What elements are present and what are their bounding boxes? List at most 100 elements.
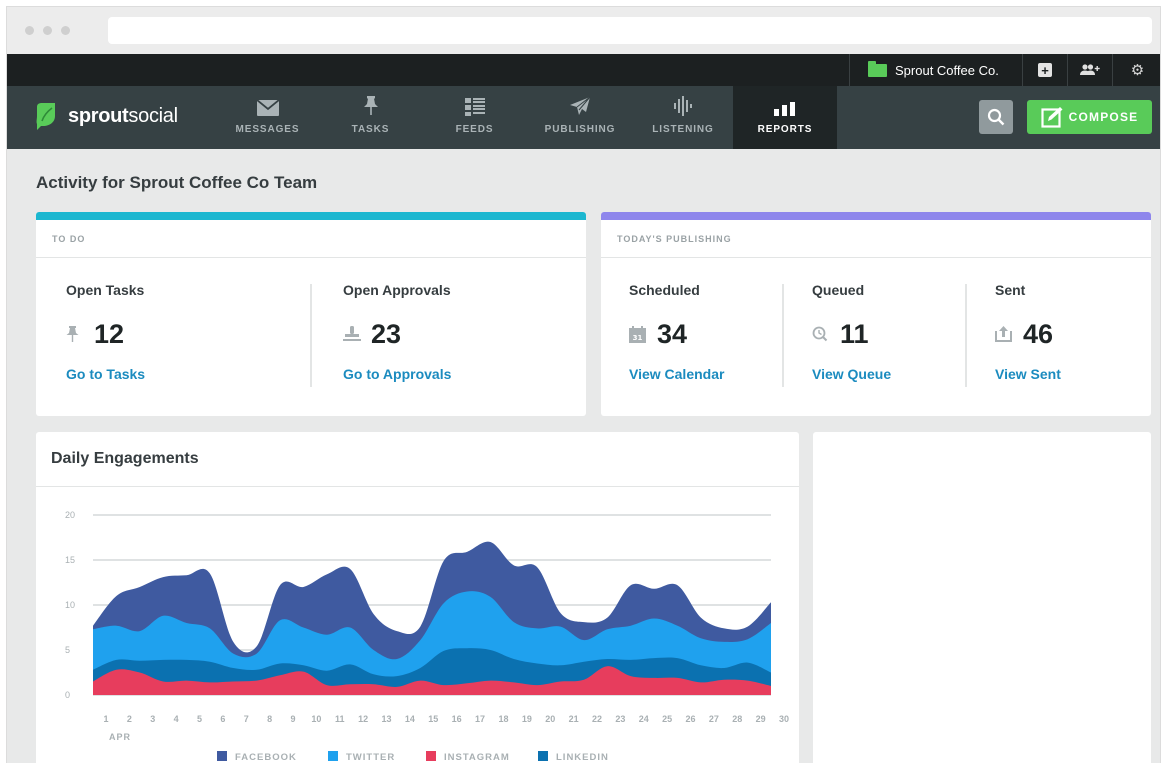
x-tick-label: 10: [311, 714, 321, 724]
legend-label-instagram[interactable]: INSTAGRAM: [444, 752, 510, 763]
x-tick-label: 18: [498, 714, 508, 724]
todo-header: TO DO: [36, 220, 586, 258]
nav-item-tasks[interactable]: TASKS: [335, 86, 406, 149]
browser-window: Sprout Coffee Co. + ⚙ sproutsocial MESSA…: [6, 6, 1161, 763]
search-icon: [987, 108, 1005, 126]
view-calendar-link[interactable]: View Calendar: [629, 366, 724, 382]
account-name: Sprout Coffee Co.: [895, 62, 999, 78]
x-tick-label: 19: [522, 714, 532, 724]
x-tick-label: 12: [358, 714, 368, 724]
publishing-header: TODAY'S PUBLISHING: [601, 220, 1151, 258]
legend-label-twitter[interactable]: TWITTER: [346, 752, 395, 763]
x-tick-label: 30: [779, 714, 789, 724]
divider: [782, 284, 784, 387]
nav-item-listening[interactable]: LISTENING: [643, 86, 723, 149]
x-tick-label: 16: [452, 714, 462, 724]
view-sent-link[interactable]: View Sent: [995, 366, 1061, 382]
sent-icon: [995, 326, 1013, 342]
x-tick-label: 15: [428, 714, 438, 724]
x-tick-label: 26: [685, 714, 695, 724]
x-tick-label: 25: [662, 714, 672, 724]
envelope-icon: [256, 100, 279, 116]
calendar-icon: 31: [629, 325, 647, 343]
engagements-chart: 051015201 2 3 4 5 6 7 8 9 10 11 12 13 14 15 16 17 18 19 20 2…: [65, 510, 789, 763]
empty-side-panel: [813, 432, 1151, 763]
x-tick-label: 8: [267, 714, 272, 724]
x-tick-label: 29: [756, 714, 766, 724]
queued-count: 11: [840, 318, 869, 349]
calendar-day: 31: [633, 334, 643, 342]
browser-chrome: [7, 7, 1160, 54]
open-tasks-stat: Open Tasks 12 Go to Tasks: [66, 282, 146, 382]
add-user-icon: [1080, 64, 1100, 75]
daily-engagements-card: Daily Engagements 0 5 10 15 20 1 2 3 4 5 6 7 8 9 10 11 1…: [36, 432, 799, 763]
x-tick-label: 27: [709, 714, 719, 724]
gear-icon: ⚙: [1130, 62, 1145, 79]
y-tick-label: 0: [65, 690, 70, 700]
legend-swatch-instagram: [426, 751, 436, 761]
divider: [965, 284, 967, 387]
nav-item-feeds[interactable]: FEEDS: [442, 86, 507, 149]
add-user-button[interactable]: [1067, 54, 1112, 86]
x-tick-label: 23: [615, 714, 625, 724]
x-tick-label: 4: [174, 714, 179, 724]
legend-label-facebook[interactable]: FACEBOOK: [235, 752, 297, 763]
scheduled-count: 34: [657, 318, 688, 349]
legend-label-linkedin[interactable]: LINKEDIN: [556, 752, 609, 763]
x-tick-label: 24: [639, 714, 649, 724]
nav-item-messages[interactable]: MESSAGES: [228, 86, 307, 149]
leaf-logo-icon: [36, 103, 55, 130]
todo-accent-bar: [36, 212, 586, 220]
search-button[interactable]: [979, 100, 1013, 134]
account-bar: Sprout Coffee Co. + ⚙: [7, 54, 1160, 86]
view-queue-link[interactable]: View Queue: [812, 366, 891, 382]
x-tick-label: 9: [291, 714, 296, 724]
x-tick-label: 5: [197, 714, 202, 724]
go-to-tasks-link[interactable]: Go to Tasks: [66, 366, 145, 382]
scheduled-stat: Scheduled 31 34 View Calendar: [629, 282, 725, 382]
window-controls[interactable]: [25, 26, 70, 35]
settings-button[interactable]: ⚙: [1112, 54, 1160, 86]
x-tick-label: 1: [103, 714, 108, 724]
main-nav: sproutsocial MESSAGES TASKS FEEDS PUBLIS…: [7, 86, 1160, 149]
soundwave-icon: [674, 96, 692, 116]
engagements-title: Daily Engagements: [51, 450, 199, 467]
x-tick-label: 7: [244, 714, 249, 724]
legend-swatch-facebook: [217, 751, 227, 761]
sproutsocial-logo[interactable]: sproutsocial: [34, 102, 178, 130]
page-title: Activity for Sprout Coffee Co Team: [36, 173, 318, 192]
x-tick-label: 6: [220, 714, 225, 724]
divider: [310, 284, 312, 387]
go-to-approvals-link[interactable]: Go to Approvals: [343, 366, 451, 382]
compose-button[interactable]: COMPOSE: [1027, 100, 1152, 134]
y-tick-label: 10: [65, 600, 75, 610]
x-tick-label: 17: [475, 714, 485, 724]
sent-stat: Sent 46 View Sent: [995, 282, 1061, 382]
todo-card: TO DO Open Tasks 12 Go to Tasks Open App…: [36, 212, 586, 416]
y-tick-label: 15: [65, 555, 75, 565]
add-button[interactable]: +: [1022, 54, 1067, 86]
publishing-accent-bar: [601, 212, 1151, 220]
x-tick-label: 3: [150, 714, 155, 724]
x-axis-month-label: APR: [109, 732, 131, 742]
folder-icon: [868, 60, 887, 77]
queued-stat: Queued 11 View Queue: [812, 282, 892, 382]
plus-icon: +: [1038, 63, 1052, 77]
x-tick-label: 21: [569, 714, 579, 724]
open-approvals-count: 23: [371, 318, 402, 349]
nav-item-publishing[interactable]: PUBLISHING: [535, 86, 625, 149]
publishing-card: TODAY'S PUBLISHING Scheduled 31 34 View …: [601, 212, 1151, 416]
bar-chart-icon: [774, 102, 795, 116]
legend-swatch-linkedin: [538, 751, 548, 761]
y-tick-label: 5: [65, 645, 70, 655]
stamp-icon: [343, 326, 361, 342]
x-tick-label: 20: [545, 714, 555, 724]
x-tick-label: 28: [732, 714, 742, 724]
x-tick-label: 11: [335, 714, 345, 724]
nav-item-reports[interactable]: REPORTS: [733, 86, 837, 149]
pin-icon: [66, 326, 84, 342]
feeds-icon: [464, 98, 485, 116]
x-tick-label: 13: [382, 714, 392, 724]
account-switcher[interactable]: Sprout Coffee Co.: [849, 54, 999, 86]
address-bar[interactable]: [108, 17, 1152, 44]
